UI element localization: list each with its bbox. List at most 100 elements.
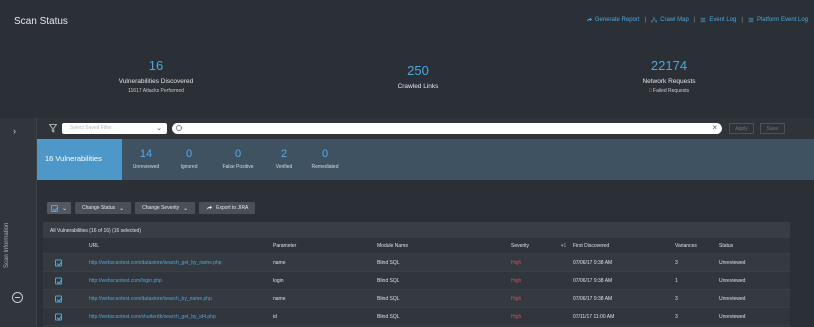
- remediated-count[interactable]: 0 Remediated: [305, 148, 345, 170]
- table-row[interactable]: http://webscantest.com/login.php login B…: [43, 272, 790, 290]
- list-icon: [748, 17, 754, 23]
- crawled-count: 250: [407, 63, 429, 78]
- row-checkbox[interactable]: [55, 277, 62, 284]
- row-module: Blind SQL: [377, 295, 400, 302]
- requests-label: Network Requests: [642, 78, 696, 85]
- chevron-down-icon: ⌄: [62, 205, 68, 212]
- column-variances[interactable]: Variances: [675, 243, 697, 249]
- row-severity: High: [511, 259, 522, 266]
- select-all-dropdown[interactable]: ⌄: [47, 202, 72, 214]
- chevron-down-icon: ⌄: [183, 205, 189, 212]
- ignored-count[interactable]: 0 Ignored: [172, 148, 206, 170]
- collapse-circle-icon[interactable]: [12, 292, 23, 303]
- row-module: Blind SQL: [377, 313, 400, 320]
- results-area: ⌄ Change Status ⌄ Change Severity ⌄ Expo…: [37, 180, 814, 327]
- chevron-down-icon: ⌄: [156, 125, 162, 132]
- table-header: URL Parameter Module Name Severity ▾1 Fi…: [43, 238, 790, 254]
- row-first-discovered: 07/06/17 9:38 AM: [573, 277, 613, 284]
- row-parameter: name: [273, 259, 286, 266]
- row-variances: 3: [675, 259, 678, 266]
- generate-report-link[interactable]: Generate Report: [586, 17, 640, 23]
- total-vulnerabilities-tile[interactable]: 16 Vulnerabilities: [37, 139, 122, 180]
- row-checkbox[interactable]: [55, 259, 62, 266]
- apply-button[interactable]: Apply: [729, 123, 754, 134]
- change-severity-button[interactable]: Change Severity ⌄: [135, 202, 196, 214]
- page-title: Scan Status: [14, 16, 68, 27]
- crawl-map-link[interactable]: Crawl Map: [651, 17, 689, 23]
- column-severity[interactable]: Severity: [511, 243, 529, 249]
- table-caption: All Vulnerabilities (16 of 16) (16 selec…: [43, 222, 790, 238]
- row-status: Unreviewed: [719, 277, 746, 284]
- vulnerabilities-stat: 16 Vulnerabilities Discovered 11617 Atta…: [96, 58, 216, 94]
- row-variances: 3: [675, 295, 678, 302]
- column-url[interactable]: URL: [89, 243, 99, 249]
- column-first-discovered[interactable]: First Discovered: [573, 243, 609, 249]
- vulnerabilities-table: All Vulnerabilities (16 of 16) (16 selec…: [43, 222, 790, 327]
- table-row[interactable]: http://webscantest.com/datastore/search_…: [43, 290, 790, 308]
- row-url[interactable]: http://webscantest.com/login.php: [89, 278, 162, 284]
- row-severity: High: [511, 277, 522, 284]
- column-module-name[interactable]: Module Name: [377, 243, 408, 249]
- separator: |: [741, 17, 743, 23]
- crawled-stat: 250 Crawled Links: [358, 63, 478, 90]
- filter-bar: Select Saved Filter ⌄ × Apply Save: [37, 118, 814, 139]
- platform-event-log-link[interactable]: Platform Event Log: [748, 17, 808, 23]
- table-row[interactable]: http://webscantest.com/shutterdb/search_…: [43, 308, 790, 326]
- filter-icon[interactable]: [49, 124, 57, 133]
- row-first-discovered: 07/06/17 9:38 AM: [573, 295, 613, 302]
- row-url[interactable]: http://webscantest.com/shutterdb/search_…: [89, 314, 216, 320]
- row-parameter: login: [273, 277, 284, 284]
- share-arrow-icon: [206, 205, 213, 210]
- row-checkbox[interactable]: [55, 313, 62, 320]
- list-icon: [700, 17, 706, 23]
- row-severity: High: [511, 313, 522, 320]
- unreviewed-count[interactable]: 14 Unreviewed: [126, 148, 166, 170]
- share-arrow-icon: [586, 17, 592, 22]
- chevron-down-icon: ⌄: [119, 205, 125, 212]
- change-status-button[interactable]: Change Status ⌄: [75, 202, 132, 214]
- row-variances: 1: [675, 277, 678, 284]
- title-bar: Scan Status Generate Report | Crawl Map …: [0, 0, 814, 44]
- saved-filter-placeholder: Select Saved Filter: [70, 125, 112, 131]
- event-log-link[interactable]: Event Log: [700, 17, 736, 23]
- table-body: http://webscantest.com/datastore/search_…: [43, 254, 790, 326]
- vulnerability-summary: 16 Vulnerabilities 14 Unreviewed 0 Ignor…: [37, 139, 814, 180]
- row-severity: High: [511, 295, 522, 302]
- vulnerabilities-count: 16: [148, 58, 164, 73]
- row-status: Unreviewed: [719, 295, 746, 302]
- failed-requests: 0 Failed Requests: [648, 88, 690, 94]
- sitemap-icon: [651, 17, 657, 23]
- sort-arrow-icon[interactable]: ▾1: [561, 243, 566, 249]
- false-positive-count[interactable]: 0 False Positive: [213, 148, 263, 170]
- verified-count[interactable]: 2 Verified: [269, 148, 299, 170]
- column-parameter[interactable]: Parameter: [273, 243, 296, 249]
- filter-search-input[interactable]: ×: [172, 123, 722, 134]
- row-first-discovered: 07/06/17 9:38 AM: [573, 259, 613, 266]
- row-url[interactable]: http://webscantest.com/datastore/search_…: [89, 296, 212, 302]
- side-rail: › Scan Information: [0, 118, 37, 327]
- scan-information-tab[interactable]: Scan Information: [4, 188, 10, 268]
- table-toolbar: ⌄ Change Status ⌄ Change Severity ⌄ Expo…: [47, 202, 256, 214]
- row-parameter: id: [273, 313, 277, 320]
- search-icon: [176, 125, 182, 131]
- scan-stats: 16 Vulnerabilities Discovered 11617 Atta…: [0, 44, 814, 118]
- row-variances: 3: [675, 313, 678, 320]
- requests-count: 22174: [650, 58, 688, 73]
- column-status[interactable]: Status: [719, 243, 733, 249]
- row-checkbox[interactable]: [55, 295, 62, 302]
- saved-filter-select[interactable]: Select Saved Filter ⌄: [62, 123, 167, 134]
- separator: |: [693, 17, 696, 23]
- row-status: Unreviewed: [719, 259, 746, 266]
- table-row[interactable]: http://webscantest.com/datastore/search_…: [43, 254, 790, 272]
- save-button[interactable]: Save: [760, 123, 785, 134]
- vulnerabilities-label: Vulnerabilities Discovered: [118, 78, 194, 85]
- row-url[interactable]: http://webscantest.com/datastore/search_…: [89, 260, 222, 266]
- export-jira-button[interactable]: Export to JIRA: [199, 202, 256, 214]
- separator: |: [644, 17, 647, 23]
- crawled-label: Crawled Links: [397, 83, 439, 90]
- failed-requests-count: 0: [648, 88, 652, 94]
- chevron-right-icon[interactable]: ›: [13, 126, 16, 136]
- row-module: Blind SQL: [377, 277, 400, 284]
- header-links: Generate Report | Crawl Map | Event Log …: [586, 17, 808, 23]
- clear-icon[interactable]: ×: [712, 123, 717, 132]
